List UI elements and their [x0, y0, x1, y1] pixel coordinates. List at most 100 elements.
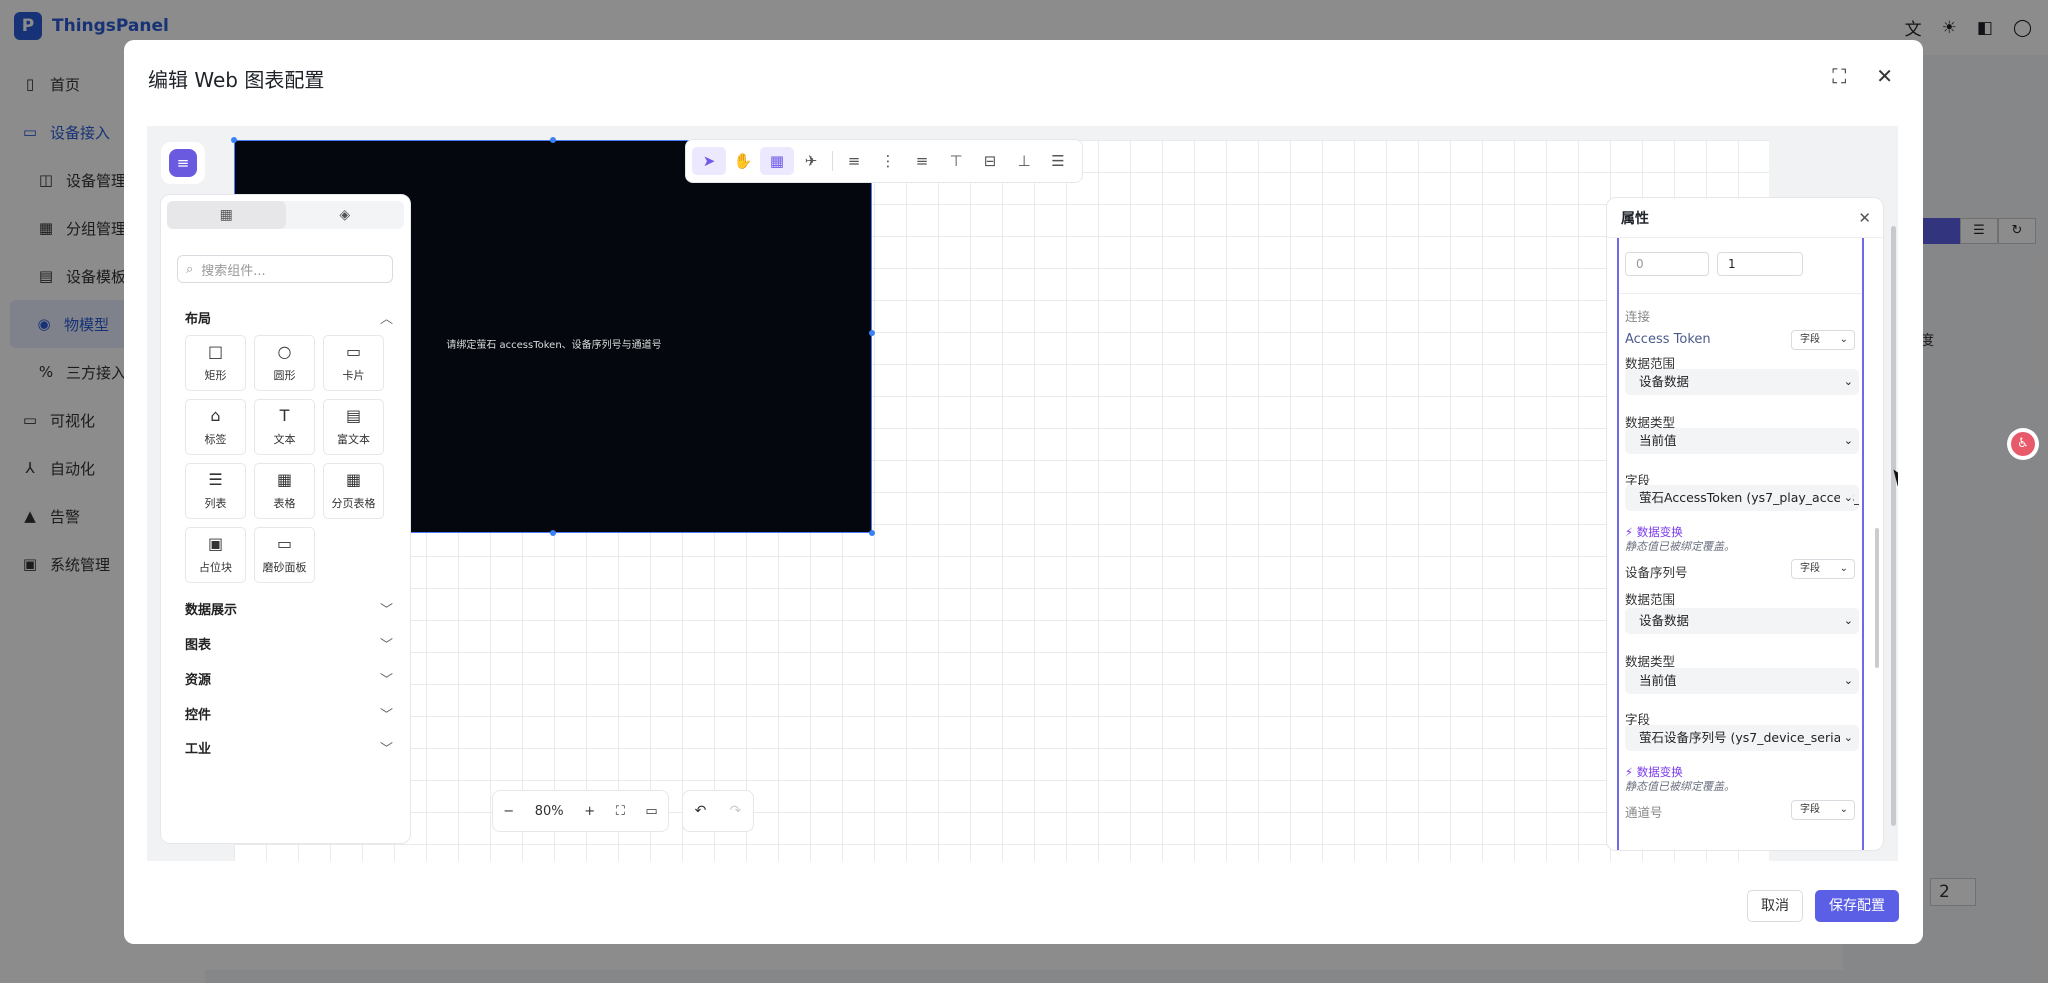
close-icon[interactable]: ✕ [1858, 209, 1871, 227]
chart-config-modal: 编辑 Web 图表配置 ⛶ ✕ 请绑定萤石 accessToken、设备序列号与… [124, 40, 1923, 944]
component-item[interactable]: ▤ 富文本 [323, 399, 384, 455]
search-icon: ⌕ [186, 261, 194, 277]
component-item[interactable]: ⌂ 标签 [185, 399, 246, 455]
component-item[interactable]: ○ 圆形 [254, 335, 315, 391]
component-label: 矩形 [204, 369, 227, 382]
serial-label: 设备序列号 [1625, 565, 1688, 580]
access-token-field-select[interactable]: 萤石AccessToken (ys7_play_access_token)⌄ [1625, 485, 1859, 511]
tab-layers[interactable]: ◈ [286, 201, 405, 229]
component-label: 表格 [273, 497, 296, 510]
cancel-button[interactable]: 取消 [1747, 890, 1803, 922]
section-industry[interactable]: 工业 ﹀ [185, 738, 393, 757]
save-config-button[interactable]: 保存配置 [1815, 890, 1899, 922]
assistant-icon: ♿ [2011, 432, 2035, 456]
editor-area: 请绑定萤石 accessToken、设备序列号与通道号 ➤ ✋ ▦ ✈ ≡ ⋮ … [147, 126, 1898, 861]
grid-toggle-icon[interactable]: ▦ [760, 147, 794, 175]
component-grid: □ 矩形 ○ 圆形 ▭ 卡片 ⌂ 标签 T 文本 ▤ 富文本 ☰ 列表 ▦ 表格 ▦ 分页表格 ▣ 占位块 ▭ 磨砂面板 [185, 335, 393, 583]
zoom-level: 80% [534, 803, 564, 819]
section-resource[interactable]: 资源 ﹀ [185, 669, 393, 688]
component-icon: T [279, 406, 290, 425]
section-data-display[interactable]: 数据展示 ﹀ [185, 599, 393, 618]
serial-mode-select[interactable]: 字段 ⌄ [1791, 559, 1855, 579]
history-controls: ↶ ↷ [682, 790, 754, 832]
close-icon[interactable]: ✕ [1876, 64, 1893, 88]
fullscreen-icon[interactable]: ⛶ [1832, 64, 1846, 88]
serial-field-select[interactable]: 萤石设备序列号 (ys7_device_serial) ⌄ [1625, 725, 1859, 751]
component-search-input[interactable]: ⌕ 搜索组件... [177, 255, 393, 283]
zoom-in-icon[interactable]: + [584, 804, 595, 819]
chevron-down-icon: ﹀ [379, 638, 393, 653]
binding-hint: 静态值已被绑定覆盖。 [1625, 780, 1735, 793]
component-icon: ▣ [207, 534, 224, 553]
channel-label: 通道号 [1625, 805, 1663, 820]
component-icon: ☰ [208, 470, 223, 489]
menu-icon: ≡ [169, 149, 197, 177]
section-connection: 连接 [1625, 309, 1651, 324]
align-right-icon[interactable]: ≡ [905, 147, 939, 175]
align-center-icon[interactable]: ⋮ [871, 147, 905, 175]
access-token-range-select[interactable]: 设备数据 ⌄ [1625, 369, 1859, 395]
chevron-down-icon: ﹀ [379, 673, 393, 688]
properties-body: 0 1 连接 Access Token 字段 ⌄ 数据范围 设备数据 ⌄ 数据类型 … [1617, 238, 1864, 850]
component-item[interactable]: ▣ 占位块 [185, 527, 246, 583]
section-chart[interactable]: 图表 ﹀ [185, 634, 393, 653]
main-menu-button[interactable]: ≡ [161, 142, 205, 184]
component-item[interactable]: T 文本 [254, 399, 315, 455]
resize-handle[interactable] [869, 330, 875, 336]
align-bottom-icon[interactable]: ⊥ [1007, 147, 1041, 175]
component-item[interactable]: ▭ 卡片 [323, 335, 384, 391]
rocket-icon[interactable]: ✈ [794, 147, 828, 175]
distribute-icon[interactable]: ☰ [1041, 147, 1075, 175]
floating-assistant[interactable]: ♿ [2007, 428, 2039, 460]
align-left-icon[interactable]: ≡ [837, 147, 871, 175]
component-icon: ▭ [345, 342, 362, 361]
redo-icon[interactable]: ↷ [730, 803, 742, 819]
component-label: 圆形 [273, 369, 296, 382]
component-label: 分页表格 [331, 497, 376, 510]
component-icon: ▭ [276, 534, 293, 553]
tab-components[interactable]: ▦ [167, 201, 286, 229]
resize-handle[interactable] [550, 137, 556, 143]
align-middle-icon[interactable]: ⊟ [973, 147, 1007, 175]
resize-handle[interactable] [231, 137, 237, 143]
resize-handle[interactable] [550, 530, 556, 536]
select-tool-icon[interactable]: ➤ [692, 147, 726, 175]
component-icon: ⌂ [210, 406, 221, 425]
component-label: 卡片 [342, 369, 365, 382]
component-item[interactable]: □ 矩形 [185, 335, 246, 391]
align-top-icon[interactable]: ⊤ [939, 147, 973, 175]
editor-scrollbar[interactable] [1891, 226, 1896, 826]
channel-mode-select[interactable]: 字段 ⌄ [1791, 800, 1855, 820]
serial-range-select[interactable]: 设备数据 ⌄ [1625, 608, 1859, 634]
component-item[interactable]: ☰ 列表 [185, 463, 246, 519]
component-item[interactable]: ▭ 磨砂面板 [254, 527, 315, 583]
preview-icon[interactable]: ▭ [645, 804, 657, 819]
number-input[interactable]: 0 [1625, 252, 1709, 276]
pan-tool-icon[interactable]: ✋ [726, 147, 760, 175]
component-icon: ▦ [276, 470, 293, 489]
chevron-down-icon: ﹀ [379, 708, 393, 723]
access-token-label: Access Token [1625, 332, 1711, 347]
number-input[interactable]: 1 [1717, 252, 1803, 276]
resize-handle[interactable] [869, 530, 875, 536]
modal-title: 编辑 Web 图表配置 [148, 68, 325, 92]
access-token-type-select[interactable]: 当前值 ⌄ [1625, 428, 1859, 454]
component-icon: ▤ [345, 406, 362, 425]
component-label: 标签 [204, 433, 227, 446]
zoom-out-icon[interactable]: − [503, 804, 514, 819]
component-item[interactable]: ▦ 分页表格 [323, 463, 384, 519]
component-label: 占位块 [199, 561, 232, 574]
section-control[interactable]: 控件 ﹀ [185, 704, 393, 723]
serial-type-select[interactable]: 当前值 ⌄ [1625, 668, 1859, 694]
chevron-down-icon: ﹀ [379, 742, 393, 757]
zoom-controls: − 80% + ⛶ ▭ [492, 790, 669, 832]
properties-scrollbar[interactable] [1875, 528, 1879, 668]
component-label: 文本 [273, 433, 296, 446]
section-layout[interactable]: 布局 ︿ [185, 308, 393, 327]
component-item[interactable]: ▦ 表格 [254, 463, 315, 519]
access-token-mode-select[interactable]: 字段 ⌄ [1791, 330, 1855, 350]
component-icon: ▦ [345, 470, 362, 489]
chevron-down-icon: ﹀ [379, 603, 393, 618]
fit-screen-icon[interactable]: ⛶ [616, 804, 625, 819]
undo-icon[interactable]: ↶ [695, 803, 707, 819]
